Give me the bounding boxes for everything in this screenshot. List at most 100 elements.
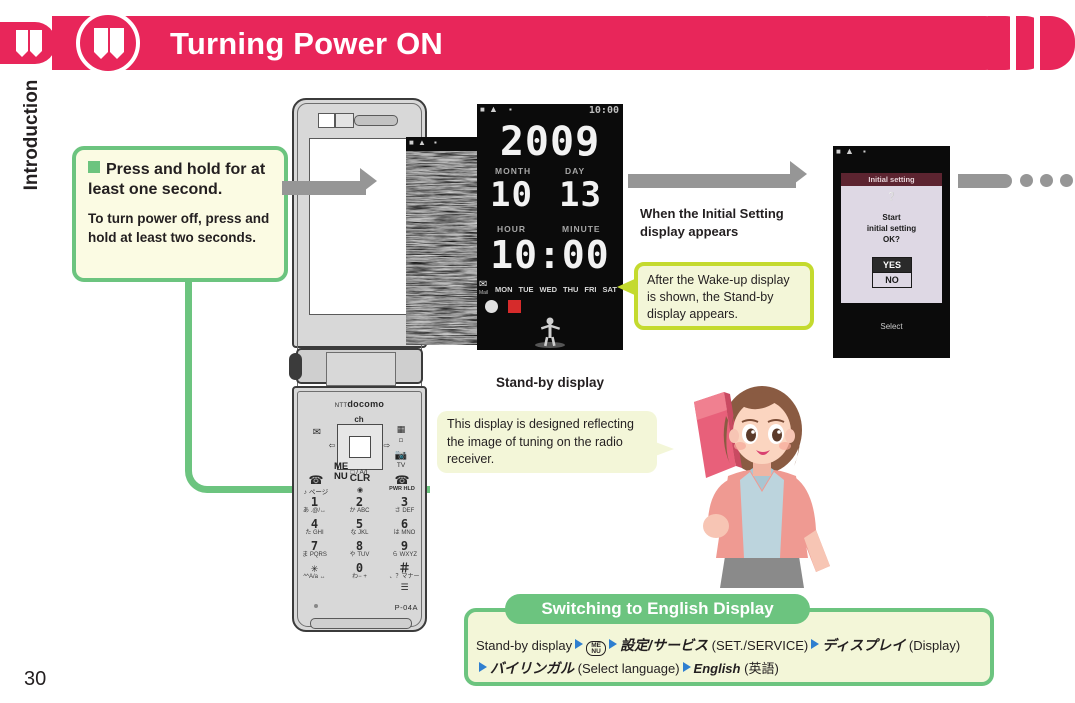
phone-main-lcd	[309, 138, 412, 315]
dpad-center-button[interactable]	[349, 436, 371, 458]
switching-english-title: Switching to English Display	[505, 594, 810, 624]
wakeup-display-screen: ■ ▲ ▪	[406, 137, 477, 345]
step-standby: Stand-by display	[476, 638, 573, 653]
initial-setting-caption: When the Initial Setting display appears	[640, 206, 784, 239]
memo-key-sub-icon: ◽	[398, 437, 404, 444]
step-bilingual-jp: バイリンガル	[490, 660, 574, 676]
call-key-icon[interactable]: ☎	[296, 473, 336, 487]
key-0[interactable]: 0 わ− +	[337, 562, 382, 581]
docomo-logo: NTTdocomo	[334, 399, 385, 409]
green-square-bullet-icon	[88, 161, 100, 173]
standby-figure-icon	[535, 317, 565, 348]
standby-display-caption: Stand-by display	[495, 375, 605, 390]
arrow-icon-4	[479, 662, 487, 672]
page-number: 30	[24, 668, 47, 690]
key-6[interactable]: 6は MNO	[382, 518, 427, 537]
standby-icon-1[interactable]	[485, 300, 498, 313]
power-key-icon[interactable]: ☎	[381, 473, 423, 487]
phone-model-name: P-04A	[394, 603, 418, 612]
phone-hinge-inner	[326, 352, 396, 386]
key-8[interactable]: 8や TUV	[337, 540, 382, 559]
battery-icon: ■	[836, 147, 841, 156]
mail-icon: ▪	[509, 105, 512, 114]
character-ear-left	[729, 429, 739, 443]
key-4[interactable]: 4た GHI	[292, 518, 337, 537]
step-display-jp: ディスプレイ	[822, 637, 906, 653]
initial-setting-screen: ■ ▲ ▪ Initial setting ❔ Start initial set…	[833, 146, 950, 358]
step-bilingual-en: (Select language)	[577, 661, 680, 676]
weekday-tue: TUE	[518, 285, 534, 294]
character-ear-right	[785, 429, 795, 443]
key-2[interactable]: 2か ABC	[337, 496, 382, 515]
book-icon	[94, 28, 124, 59]
callout-press-body: To turn power off, press and hold at lea…	[88, 211, 270, 245]
flow-dot-2	[1040, 174, 1053, 187]
arrow-icon-3	[811, 639, 820, 649]
callout-wakeup-text: After the Wake-up display is shown, the …	[647, 273, 790, 321]
felica-icon: ☰	[400, 582, 409, 592]
step-english-jp: (英語)	[744, 661, 779, 676]
flow-dot-3	[1060, 174, 1073, 187]
battery-icon: ■	[409, 138, 414, 147]
signal-icon: ▲	[489, 104, 498, 114]
key-3[interactable]: 3さ DEF	[382, 496, 427, 515]
key-5[interactable]: 5な JKL	[337, 518, 382, 537]
callout-press-and-hold: Press and hold for at least one second. …	[72, 146, 288, 282]
flow-arrow-1	[282, 181, 366, 195]
weekday-fri: FRI	[584, 285, 597, 294]
standby-display-screen: ■ ▲ ▪ 10:00 2009 MONTH DAY 10 13 HOUR MI…	[477, 104, 623, 350]
menu-key-icon: ME NU	[586, 641, 607, 656]
signal-icon: ▲	[418, 138, 426, 147]
wakeup-noise-image	[406, 151, 477, 345]
camera-key-icon: 📷	[394, 450, 408, 461]
phone-sensor	[318, 113, 335, 128]
standby-year: 2009	[499, 119, 601, 165]
character-left-hand	[703, 514, 729, 538]
dpad-left-icon: ⇦	[328, 441, 336, 450]
standby-icon-2[interactable]	[508, 300, 522, 313]
yes-button[interactable]: YES	[872, 257, 912, 273]
section-tab-introduction: Introduction	[21, 79, 42, 191]
step-setservice-jp: 設定/サービス	[620, 637, 709, 653]
power-key-label: PWR HLD	[389, 486, 415, 492]
weekday-thu: THU	[563, 285, 579, 294]
flow-arrow-2	[628, 174, 796, 188]
switching-english-steps: Stand-by display ME NU 設定/サービス (SET./SERVIC…	[476, 634, 986, 680]
phone-side-button	[289, 353, 302, 380]
phone-bottom-slot	[310, 618, 412, 629]
step-english-label: English	[693, 661, 741, 676]
softkey-select[interactable]: Select	[833, 322, 950, 331]
question-mark-icon: ❔	[886, 192, 897, 201]
clear-key-sub: ◉	[356, 487, 364, 494]
flow-arrow-3	[958, 174, 1012, 188]
memo-key-icon: ▦	[396, 424, 406, 434]
step-setservice-en: (SET./SERVICE)	[711, 638, 809, 653]
initial-setting-title: Initial setting	[841, 173, 942, 186]
wakeup-status-bar: ■ ▲ ▪	[406, 137, 477, 151]
phone-earpiece	[354, 115, 398, 126]
key-1[interactable]: 1あ .@/↔	[292, 496, 337, 515]
no-button[interactable]: NO	[872, 272, 912, 288]
key-9[interactable]: 9ら WXYZ	[382, 540, 427, 559]
arrow-icon-5	[682, 662, 691, 672]
arrow-icon-2	[609, 639, 618, 649]
key-7[interactable]: 7ま PQRS	[292, 540, 337, 559]
battery-icon: ■	[480, 105, 485, 114]
standby-weekday-row: MON TUE WED THU FRI SAT	[495, 285, 617, 294]
weekday-wed: WED	[539, 285, 558, 294]
header-book-badge	[76, 11, 140, 75]
key-hash[interactable]: ＃、？マナー	[382, 562, 427, 581]
weekday-sat: SAT	[602, 285, 617, 294]
mail-icon: ▪	[863, 147, 866, 156]
step-display-en: (Display)	[908, 638, 961, 653]
page-title: Turning Power ON	[170, 26, 444, 61]
callout-press-heading-text: Press and hold for at least one second.	[88, 161, 266, 198]
mail-icon: ▪	[434, 138, 437, 147]
clear-key[interactable]: CLR	[338, 473, 382, 484]
standby-time-value: 10:00	[490, 233, 610, 277]
flow-arrow-2-head	[790, 161, 807, 187]
dpad-top-label: ch	[354, 415, 364, 424]
callout-press-heading: Press and hold for at least one second.	[88, 160, 272, 200]
key-star[interactable]: ✳ ^^A/a ↔	[292, 562, 337, 581]
signal-icon: ▲	[845, 146, 854, 156]
